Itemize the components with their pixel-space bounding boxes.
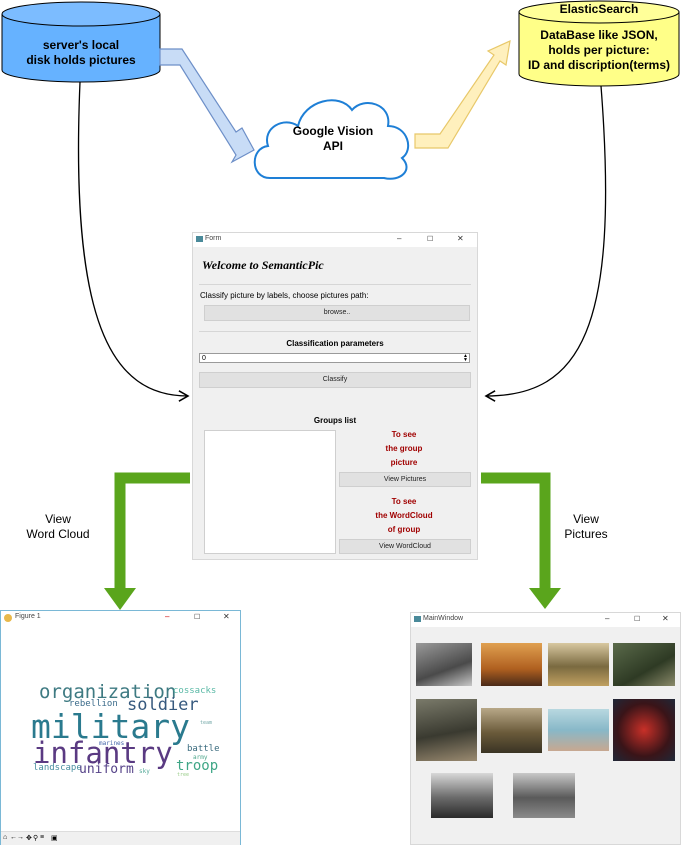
mainwindow-title: MainWindow bbox=[423, 615, 464, 622]
to-pictures-arrow bbox=[481, 472, 551, 590]
word-battle: battle bbox=[187, 744, 220, 754]
db-line-2: holds per picture: bbox=[548, 43, 650, 57]
classify-button[interactable]: Classify bbox=[199, 372, 471, 388]
maximize-icon[interactable]: ☐ bbox=[194, 613, 200, 621]
db-line-1: DataBase like JSON, bbox=[540, 28, 658, 42]
groups-heading: Groups list bbox=[313, 416, 357, 425]
picture-thumbnail[interactable] bbox=[481, 643, 542, 686]
close-icon[interactable]: ✕ bbox=[457, 234, 464, 243]
word-tree: tree bbox=[177, 772, 190, 778]
picture-thumbnail[interactable] bbox=[613, 699, 675, 761]
db-to-form-arrow bbox=[484, 85, 607, 402]
figure-window: Figure 1 – ☐ ✕ organization cossacks reb… bbox=[0, 610, 241, 845]
word-marines: marines bbox=[99, 740, 125, 747]
picture-thumbnail[interactable] bbox=[416, 699, 477, 761]
forward-icon[interactable]: → bbox=[17, 834, 24, 841]
mainwindow-titlebar: MainWindow – ☐ ✕ bbox=[411, 613, 680, 627]
divider bbox=[199, 284, 471, 285]
zoom-icon[interactable]: ⚲ bbox=[33, 834, 38, 842]
to-wordcloud-arrowhead bbox=[104, 588, 136, 610]
see-group-line-2: the group bbox=[385, 444, 423, 453]
picture-thumbnail[interactable] bbox=[431, 773, 493, 818]
spinbox-value: 0 bbox=[202, 355, 206, 362]
cloud-label-line-1: Google Vision bbox=[292, 124, 374, 138]
save-icon[interactable]: ▣ bbox=[51, 834, 58, 842]
figure-titlebar: Figure 1 – ☐ ✕ bbox=[1, 611, 240, 625]
picture-thumbnail[interactable] bbox=[613, 643, 675, 686]
view-wordcloud-button[interactable]: View WordCloud bbox=[339, 539, 471, 554]
params-heading: Classification parameters bbox=[286, 339, 384, 348]
word-sky: sky bbox=[139, 768, 150, 775]
spin-arrows-icon[interactable]: ▲ ▼ bbox=[463, 354, 468, 363]
welcome-heading: Welcome to SemanticPic bbox=[202, 258, 324, 272]
divider bbox=[199, 331, 471, 332]
groups-list[interactable] bbox=[204, 430, 336, 554]
disk-to-cloud-arrow bbox=[159, 48, 255, 164]
home-icon[interactable]: ⌂ bbox=[3, 834, 7, 841]
pictures-arrow-label-2: Pictures bbox=[564, 527, 608, 541]
word-team: team bbox=[200, 720, 213, 726]
see-wordcloud-line-2: the WordCloud bbox=[375, 511, 433, 520]
picture-thumbnail[interactable] bbox=[481, 708, 542, 753]
app-icon bbox=[196, 236, 203, 242]
see-wordcloud-line-1: To see bbox=[391, 497, 417, 506]
form-window: Form – ☐ ✕ Welcome to SemanticPic Classi… bbox=[192, 232, 478, 560]
picture-thumbnail[interactable] bbox=[548, 643, 609, 686]
minimize-icon[interactable]: – bbox=[605, 614, 609, 623]
app-icon bbox=[414, 616, 421, 622]
db-title: ElasticSearch bbox=[559, 2, 639, 16]
form-title: Form bbox=[205, 235, 222, 242]
picture-thumbnail[interactable] bbox=[513, 773, 575, 818]
form-titlebar: Form – ☐ ✕ bbox=[193, 233, 477, 247]
param-spinbox[interactable]: 0 ▲ ▼ bbox=[199, 353, 470, 363]
maximize-icon[interactable]: ☐ bbox=[427, 235, 433, 243]
figure-toolbar: ⌂ ← → ✥ ⚲ ≡ ▣ bbox=[1, 831, 240, 845]
browse-button[interactable]: browse.. bbox=[204, 305, 470, 321]
cloud-to-db-arrow bbox=[414, 39, 511, 149]
disk-label-line-2: disk holds pictures bbox=[26, 53, 136, 67]
word-uniform: uniform bbox=[79, 762, 134, 777]
close-icon[interactable]: ✕ bbox=[662, 614, 669, 623]
close-icon[interactable]: ✕ bbox=[223, 612, 230, 621]
picture-thumbnail[interactable] bbox=[548, 709, 609, 751]
figure-title: Figure 1 bbox=[15, 613, 41, 620]
minimize-icon[interactable]: – bbox=[165, 612, 169, 621]
back-icon[interactable]: ← bbox=[10, 834, 17, 841]
picture-thumbnail[interactable] bbox=[416, 643, 472, 686]
minimize-icon[interactable]: – bbox=[397, 234, 401, 243]
wordcloud-arrow-label-1: View bbox=[45, 512, 71, 526]
word-landscape: landscape bbox=[33, 763, 82, 773]
classify-instruction: Classify picture by labels, choose pictu… bbox=[200, 291, 369, 300]
figure-app-icon bbox=[4, 614, 12, 622]
disk-to-form-arrow bbox=[77, 81, 190, 402]
configure-icon[interactable]: ≡ bbox=[40, 834, 44, 841]
disk-label-line-1: server's local bbox=[42, 38, 120, 52]
see-group-line-3: picture bbox=[390, 458, 418, 467]
to-pictures-arrowhead bbox=[529, 588, 561, 609]
see-wordcloud-line-3: of group bbox=[387, 525, 421, 534]
see-group-line-1: To see bbox=[391, 430, 417, 439]
maximize-icon[interactable]: ☐ bbox=[634, 615, 640, 623]
cloud-label-line-2: API bbox=[322, 139, 343, 153]
pictures-arrow-label-1: View bbox=[573, 512, 599, 526]
mainwindow: MainWindow – ☐ ✕ bbox=[410, 612, 681, 845]
to-wordcloud-arrow bbox=[114, 472, 190, 590]
wordcloud-arrow-label-2: Word Cloud bbox=[26, 527, 90, 541]
pan-icon[interactable]: ✥ bbox=[26, 834, 32, 842]
db-line-3: ID and discription(terms) bbox=[527, 58, 670, 72]
view-pictures-button[interactable]: View Pictures bbox=[339, 472, 471, 487]
